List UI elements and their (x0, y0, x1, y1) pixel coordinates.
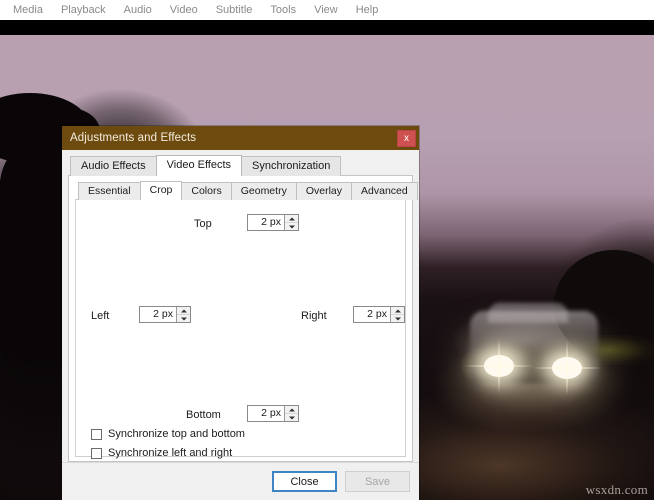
menu-item-audio[interactable]: Audio (115, 0, 161, 20)
crop-left-value[interactable]: 2 px (140, 307, 176, 322)
crop-top-value[interactable]: 2 px (248, 215, 284, 230)
close-icon[interactable]: x (397, 129, 416, 147)
chevron-down-icon[interactable] (177, 314, 190, 322)
menu-item-tools[interactable]: Tools (261, 0, 305, 20)
crop-bottom-spinner[interactable]: 2 px (247, 405, 299, 422)
checkbox-icon[interactable] (91, 447, 102, 459)
chevron-down-icon[interactable] (285, 413, 298, 421)
crop-left-label: Left (91, 310, 110, 322)
sync-top-bottom-label: Synchronize top and bottom (108, 428, 245, 440)
headlight-right (532, 341, 602, 395)
subtab-advanced[interactable]: Advanced (351, 182, 418, 200)
crop-bottom-value[interactable]: 2 px (248, 406, 284, 421)
watermark-text: wsxdn.com (585, 482, 648, 497)
headlight-flare-horizontal (532, 367, 602, 369)
menu-item-video[interactable]: Video (161, 0, 207, 20)
chevron-up-icon[interactable] (177, 307, 190, 314)
save-button: Save (345, 471, 410, 492)
menu-item-subtitle[interactable]: Subtitle (207, 0, 262, 20)
dialog-footer: Close Save (62, 462, 419, 500)
chevron-up-icon[interactable] (285, 406, 298, 413)
crop-settings-panel: Top 2 px Left 2 px Right 2 px Bottom 2 p… (75, 199, 406, 459)
video-letterbox-bar (0, 20, 654, 35)
crop-right-spinner[interactable]: 2 px (353, 306, 405, 323)
checkbox-icon[interactable] (91, 428, 102, 440)
menu-item-media[interactable]: Media (4, 0, 52, 20)
sub-tab-bar: Essential Crop Colors Geometry Overlay A… (78, 181, 418, 200)
chevron-down-icon[interactable] (391, 314, 404, 322)
crop-right-arrows[interactable] (390, 307, 404, 322)
crop-top-spinner[interactable]: 2 px (247, 214, 299, 231)
subtab-overlay[interactable]: Overlay (295, 182, 353, 200)
subtab-colors[interactable]: Colors (181, 182, 232, 200)
video-effects-pane: Essential Crop Colors Geometry Overlay A… (68, 175, 418, 462)
chevron-down-icon[interactable] (285, 222, 298, 230)
dialog-title-bar[interactable]: Adjustments and Effects x (62, 126, 419, 150)
chevron-up-icon[interactable] (285, 215, 298, 222)
top-tab-bar: Audio Effects Video Effects Synchronizat… (70, 155, 413, 176)
vlc-window: Media Playback Audio Video Subtitle Tool… (0, 0, 654, 500)
subtab-essential[interactable]: Essential (78, 182, 141, 200)
crop-right-value[interactable]: 2 px (354, 307, 390, 322)
crop-bottom-arrows[interactable] (284, 406, 298, 421)
adjustments-and-effects-dialog: Adjustments and Effects x Audio Effects … (62, 126, 419, 500)
sync-top-bottom-checkbox-row[interactable]: Synchronize top and bottom (91, 428, 245, 440)
tab-audio-effects[interactable]: Audio Effects (70, 156, 157, 176)
subtab-geometry[interactable]: Geometry (230, 182, 297, 200)
crop-left-spinner[interactable]: 2 px (139, 306, 191, 323)
headlight-flare-horizontal (464, 365, 534, 367)
tab-video-effects[interactable]: Video Effects (155, 155, 243, 176)
crop-right-label: Right (301, 310, 327, 322)
crop-bottom-label: Bottom (186, 409, 221, 421)
menu-item-playback[interactable]: Playback (52, 0, 115, 20)
sync-left-right-checkbox-row[interactable]: Synchronize left and right (91, 447, 232, 459)
dialog-title: Adjustments and Effects (70, 132, 197, 144)
crop-top-label: Top (194, 218, 212, 230)
crop-left-arrows[interactable] (176, 307, 190, 322)
headlight-left (464, 339, 534, 393)
subtab-crop[interactable]: Crop (139, 181, 183, 200)
menu-item-help[interactable]: Help (347, 0, 388, 20)
crop-top-arrows[interactable] (284, 215, 298, 230)
sync-left-right-label: Synchronize left and right (108, 447, 233, 459)
close-button[interactable]: Close (272, 471, 337, 492)
chevron-up-icon[interactable] (391, 307, 404, 314)
dialog-body: Audio Effects Video Effects Synchronizat… (62, 150, 419, 462)
tab-synchronization[interactable]: Synchronization (241, 156, 342, 176)
menu-bar: Media Playback Audio Video Subtitle Tool… (0, 0, 654, 20)
menu-item-view[interactable]: View (305, 0, 347, 20)
